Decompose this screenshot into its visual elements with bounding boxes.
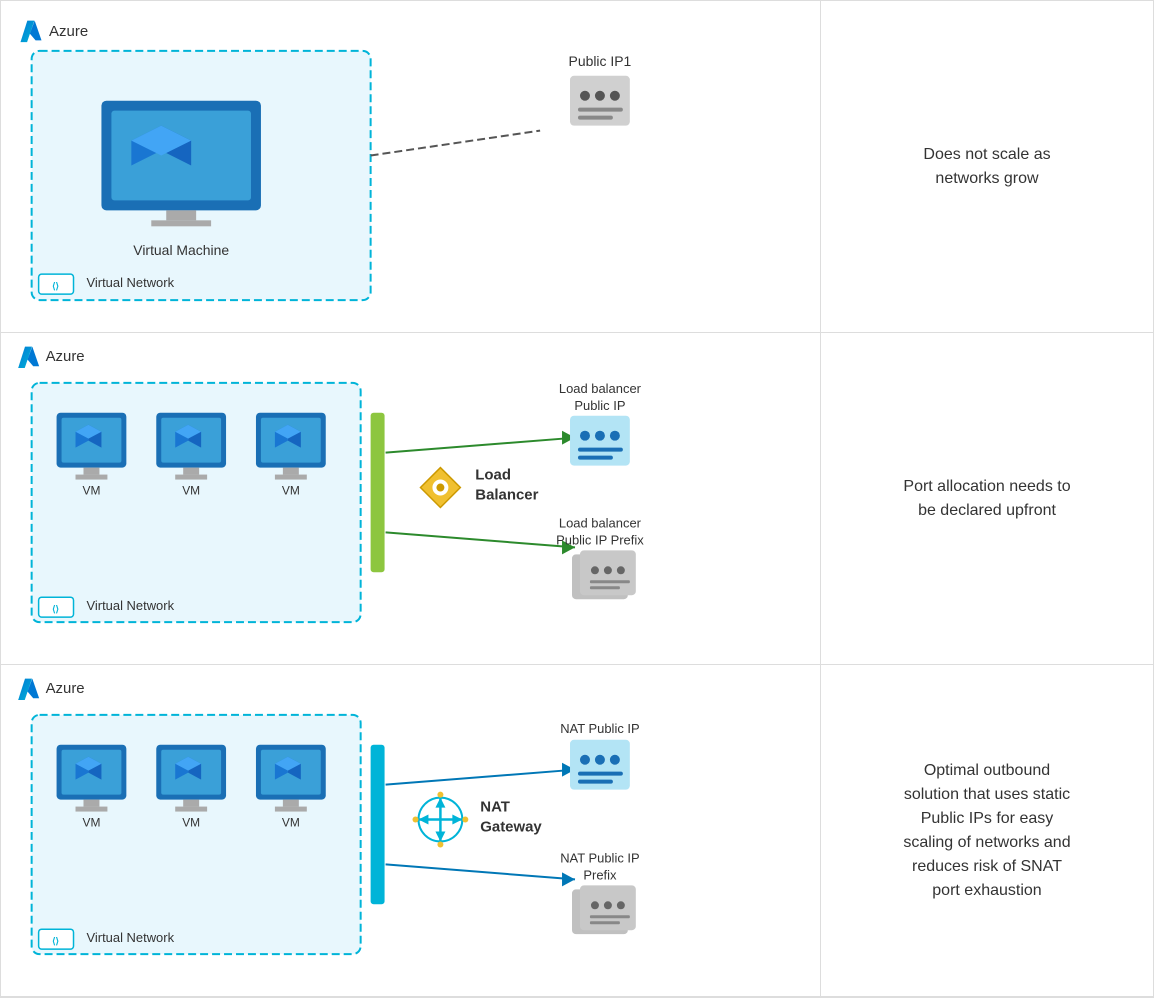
svg-text:VM: VM [82,484,100,498]
svg-text:Prefix: Prefix [583,867,617,882]
row1-svg: Virtual Machine Public IP1 ⟨⟩ Virtual Ne… [1,1,820,332]
row3-diagram: Azure VM VM [1,665,821,997]
row3-desc: Optimal outbound solution that uses stat… [821,665,1153,997]
svg-text:VM: VM [282,816,300,830]
svg-text:Gateway: Gateway [480,818,542,835]
svg-text:⟨⟩: ⟨⟩ [52,936,59,946]
row2-svg: Azure VM VM [1,333,820,664]
svg-text:NAT: NAT [480,799,510,816]
svg-text:Azure: Azure [46,348,85,365]
row2-diagram: Azure VM VM [1,333,821,665]
svg-text:Load balancer: Load balancer [559,381,642,396]
svg-text:VM: VM [182,816,200,830]
svg-text:⟨⟩: ⟨⟩ [52,281,59,291]
svg-text:Virtual Network: Virtual Network [86,598,174,613]
main-grid: Azure Virtual Machine Public IP1 [0,0,1154,998]
svg-text:⟨⟩: ⟨⟩ [52,604,59,614]
svg-text:Balancer: Balancer [475,486,538,503]
svg-text:Load balancer: Load balancer [559,515,642,530]
row3-svg: Azure VM VM [1,665,820,996]
row1-desc: Does not scale as networks grow [821,1,1153,333]
row3-description: Optimal outbound solution that uses stat… [903,759,1070,903]
svg-text:Public IP Prefix: Public IP Prefix [556,532,644,547]
svg-text:Azure: Azure [46,680,85,697]
svg-text:VM: VM [82,816,100,830]
svg-text:NAT Public IP: NAT Public IP [560,850,639,865]
row1-description: Does not scale as networks grow [923,143,1050,191]
svg-text:VM: VM [182,484,200,498]
svg-text:VM: VM [282,484,300,498]
row2-description: Port allocation needs to be declared upf… [903,475,1070,523]
svg-text:Virtual Network: Virtual Network [86,275,174,290]
svg-text:NAT Public IP: NAT Public IP [560,721,639,736]
svg-text:Public IP1: Public IP1 [569,53,632,69]
row2-desc: Port allocation needs to be declared upf… [821,333,1153,665]
svg-text:Load: Load [475,467,511,484]
row1-diagram: Azure Virtual Machine Public IP1 [1,1,821,333]
svg-text:Virtual Network: Virtual Network [86,930,174,945]
svg-text:Virtual Machine: Virtual Machine [133,242,229,258]
svg-text:Public IP: Public IP [574,398,625,413]
